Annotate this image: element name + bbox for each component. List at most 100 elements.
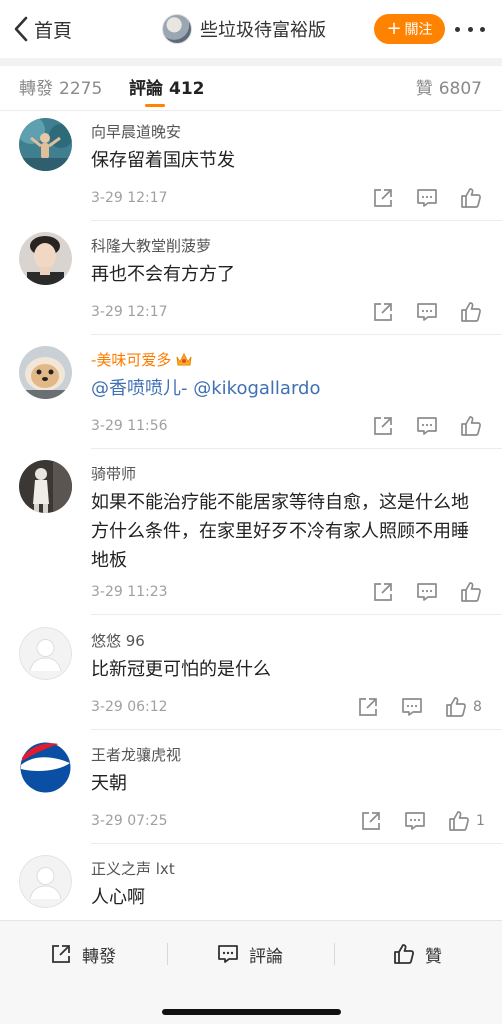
- like-button[interactable]: 贊: [393, 939, 442, 969]
- share-icon: [374, 189, 392, 207]
- avatar[interactable]: [19, 460, 72, 513]
- avatar[interactable]: [19, 346, 72, 399]
- comment-text: @香喷喷儿- @kikogallardo: [91, 374, 483, 403]
- repost-button[interactable]: [360, 810, 382, 832]
- like-button[interactable]: 1: [448, 810, 485, 832]
- divider: [91, 843, 502, 844]
- comment-icon: [218, 945, 238, 963]
- divider: [334, 943, 335, 965]
- divider: [91, 729, 502, 730]
- top-nav: 首頁 些垃圾待富裕版 + 關注: [0, 0, 502, 58]
- avatar[interactable]: [19, 118, 72, 171]
- share-icon: [52, 945, 70, 963]
- thumbs-up-icon: [461, 188, 481, 208]
- reply-button[interactable]: [416, 301, 438, 323]
- nav-profile[interactable]: 些垃圾待富裕版: [162, 12, 326, 46]
- thumbs-up-icon: [461, 302, 481, 322]
- avatar[interactable]: [19, 741, 72, 794]
- bottom-action-bar: 轉發 評論 贊: [0, 920, 502, 1024]
- comment-username[interactable]: -美味可爱多: [91, 349, 193, 370]
- repost-button[interactable]: [372, 301, 394, 323]
- follow-button[interactable]: + 關注: [374, 14, 445, 44]
- avatar[interactable]: [19, 627, 72, 680]
- tab-count: 2275: [59, 79, 103, 99]
- reply-button[interactable]: [416, 187, 438, 209]
- comment-text: 如果不能治疗能不能居家等待自愈，这是什么地方什么条件，在家里好歹不冷有家人照顾不…: [91, 492, 469, 571]
- comment-icon: [417, 583, 437, 601]
- reply-button[interactable]: [416, 415, 438, 437]
- username-text: -美味可爱多: [91, 351, 172, 369]
- divider: [91, 614, 502, 615]
- comment-time: 3-29 07:25: [91, 813, 168, 829]
- share-icon: [362, 812, 380, 830]
- tab-count: 6807: [438, 79, 482, 99]
- tab-label: 贊: [415, 79, 433, 99]
- comment-username[interactable]: 王者龙骧虎视: [91, 744, 181, 765]
- thumbs-up-icon: [394, 944, 415, 964]
- comment-label: 評論: [249, 946, 283, 967]
- comment-button[interactable]: 評論: [217, 939, 283, 969]
- back-button[interactable]: 首頁: [12, 10, 72, 48]
- avatar[interactable]: [19, 855, 72, 908]
- like-button[interactable]: [460, 187, 488, 209]
- comment-text: 比新冠更可怕的是什么: [91, 659, 271, 680]
- comment-time: 3-29 12:17: [91, 190, 168, 206]
- comment-username[interactable]: 骑带师: [91, 463, 136, 484]
- comment-text: 人心啊: [91, 887, 145, 908]
- plus-icon: +: [386, 18, 402, 39]
- comment-username[interactable]: 正义之声 lxt: [91, 858, 175, 879]
- comment-username[interactable]: 悠悠 96: [91, 630, 145, 651]
- thumbs-up-icon: [446, 697, 466, 717]
- tab-likes[interactable]: 贊 6807: [416, 74, 482, 99]
- more-icon[interactable]: [452, 16, 488, 42]
- divider: [167, 943, 168, 965]
- reply-button[interactable]: [416, 581, 438, 603]
- comment-text: 再也不会有方方了: [91, 264, 235, 285]
- like-button[interactable]: [460, 301, 488, 323]
- like-label: 贊: [425, 946, 442, 967]
- like-count: 8: [473, 699, 482, 715]
- repost-button[interactable]: [372, 187, 394, 209]
- comment-time: 3-29 12:17: [91, 304, 168, 320]
- avatar[interactable]: [19, 232, 72, 285]
- follow-label: 關注: [404, 22, 433, 38]
- tab-comments[interactable]: 評論 412: [129, 74, 205, 99]
- reply-button[interactable]: [404, 810, 426, 832]
- divider: [91, 448, 502, 449]
- like-button[interactable]: [460, 581, 488, 603]
- repost-button[interactable]: [372, 415, 394, 437]
- like-button[interactable]: [460, 415, 488, 437]
- repost-button[interactable]: 轉發: [50, 939, 116, 969]
- comment-icon: [417, 189, 437, 207]
- page-title: 些垃圾待富裕版: [200, 20, 326, 41]
- repost-label: 轉發: [82, 946, 116, 967]
- thumbs-up-icon: [461, 416, 481, 436]
- comment-username[interactable]: 科隆大教堂削菠萝: [91, 235, 211, 256]
- home-indicator: [162, 1009, 341, 1015]
- comment-username[interactable]: 向早晨道晚安: [91, 121, 181, 142]
- avatar[interactable]: [162, 14, 192, 44]
- tab-label: 評論: [129, 79, 163, 99]
- repost-button[interactable]: [372, 581, 394, 603]
- comment-icon: [405, 812, 425, 830]
- divider: [0, 110, 502, 111]
- tab-label: 轉發: [19, 79, 53, 99]
- tab-count: 412: [169, 79, 205, 99]
- thumbs-up-icon: [461, 582, 481, 602]
- like-button[interactable]: 8: [445, 696, 482, 718]
- repost-button[interactable]: [357, 696, 379, 718]
- reply-button[interactable]: [401, 696, 423, 718]
- thumbs-up-icon: [449, 811, 469, 831]
- share-icon: [374, 303, 392, 321]
- back-label: 首頁: [34, 19, 73, 42]
- share-icon: [374, 417, 392, 435]
- comment-icon: [417, 303, 437, 321]
- tab-bar: 轉發 2275 評論 412 贊 6807: [0, 66, 502, 110]
- divider: [0, 58, 502, 66]
- mention-link[interactable]: @香喷喷儿-: [91, 378, 188, 399]
- comment-time: 3-29 06:12: [91, 699, 168, 715]
- active-tab-indicator: [145, 104, 165, 107]
- mention-link[interactable]: @kikogallardo: [193, 378, 320, 399]
- tab-reposts[interactable]: 轉發 2275: [19, 74, 102, 99]
- comment-icon: [402, 698, 422, 716]
